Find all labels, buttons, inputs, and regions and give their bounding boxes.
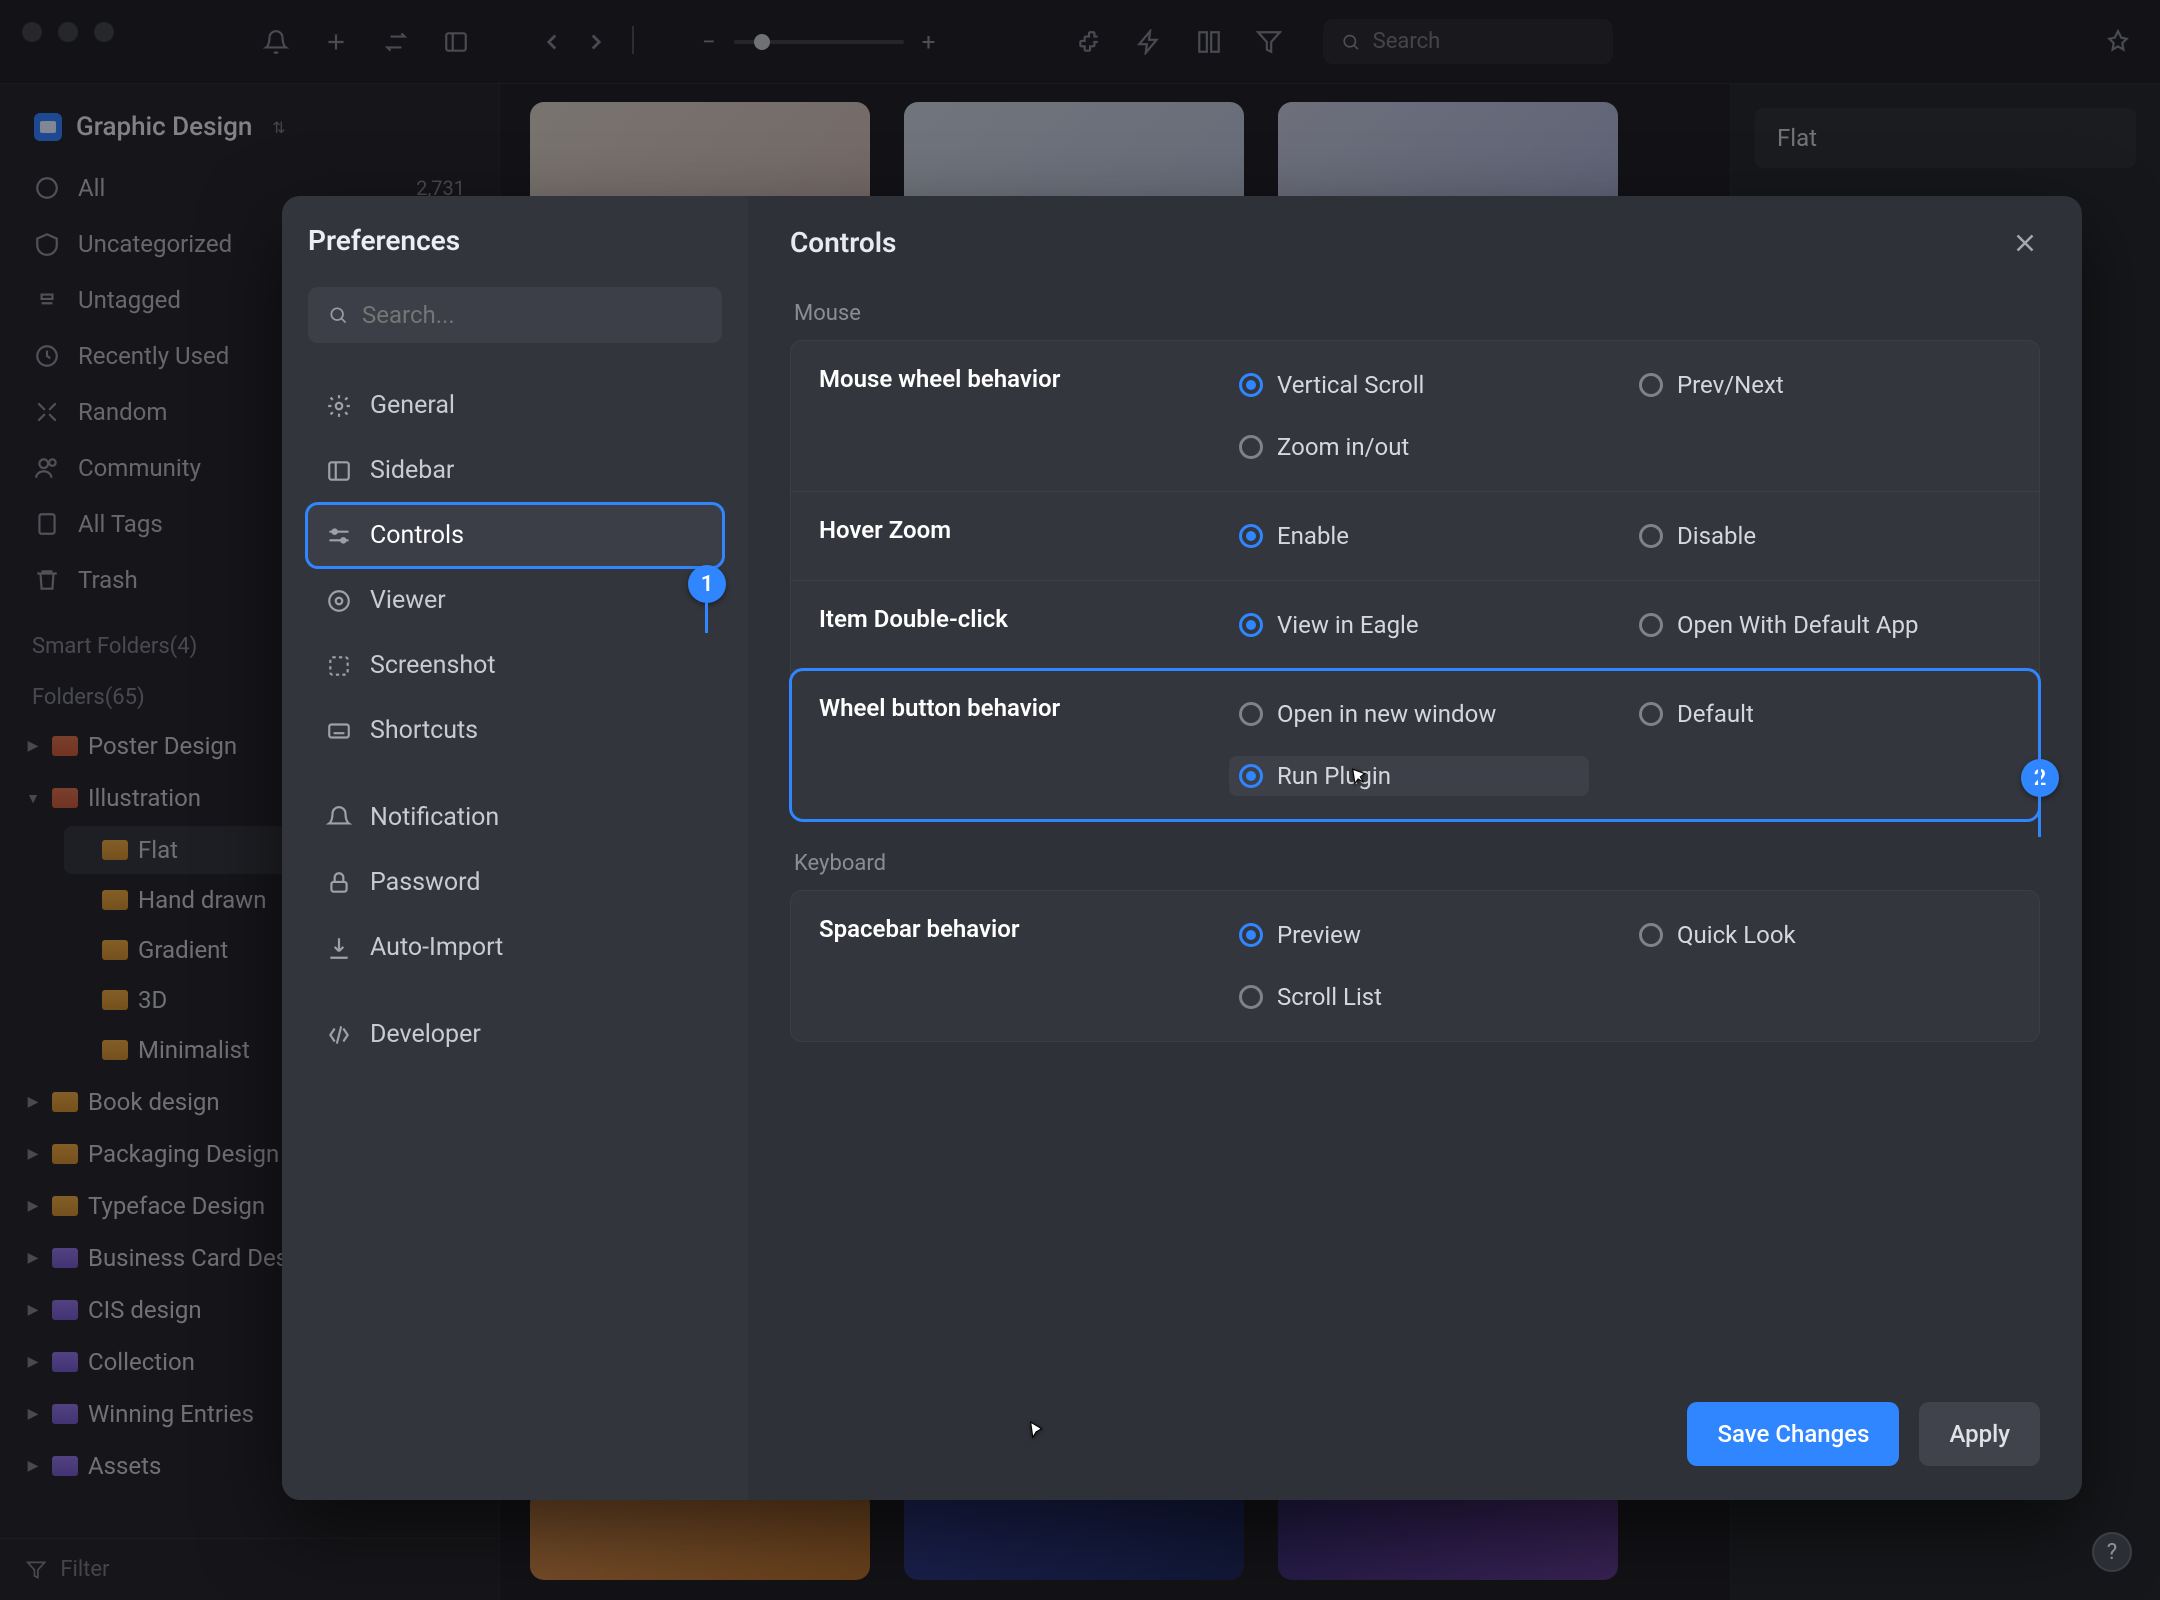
setting-label: Hover Zoom bbox=[819, 516, 1199, 556]
setting-label: Mouse wheel behavior bbox=[819, 365, 1199, 467]
mouse-settings-group: 2 Mouse wheel behaviorVertical ScrollPre… bbox=[790, 340, 2040, 821]
keyboard-settings-group: Spacebar behavior Preview Quick Look Scroll… bbox=[790, 890, 2040, 1042]
pref-tab-controls[interactable]: Controls bbox=[308, 505, 722, 566]
preferences-modal: Preferences 1 GeneralSidebarControlsView… bbox=[282, 196, 2082, 1500]
modal-footer: Save Changes Apply bbox=[790, 1372, 2040, 1500]
option-run-plugin[interactable]: Run Plugin bbox=[1229, 756, 1589, 796]
option-view-in-eagle[interactable]: View in Eagle bbox=[1229, 605, 1589, 645]
pref-tab-viewer[interactable]: Viewer bbox=[308, 570, 722, 631]
radio-icon bbox=[1239, 764, 1263, 788]
option-scroll-list[interactable]: Scroll List bbox=[1229, 977, 1589, 1017]
option-prev-next[interactable]: Prev/Next bbox=[1629, 365, 1989, 405]
group-label-mouse: Mouse bbox=[794, 301, 2040, 326]
radio-icon bbox=[1239, 613, 1263, 637]
radio-icon bbox=[1639, 373, 1663, 397]
setting-spacebar-behavior: Spacebar behavior Preview Quick Look Scroll… bbox=[791, 891, 2039, 1041]
radio-icon bbox=[1639, 923, 1663, 947]
pref-tab-screenshot[interactable]: Screenshot bbox=[308, 635, 722, 696]
pref-icon bbox=[326, 588, 352, 614]
setting-label: Wheel button behavior bbox=[819, 694, 1199, 796]
preferences-search-input[interactable] bbox=[362, 301, 702, 329]
radio-icon bbox=[1639, 702, 1663, 726]
group-label-keyboard: Keyboard bbox=[794, 851, 2040, 876]
option-vertical-scroll[interactable]: Vertical Scroll bbox=[1229, 365, 1589, 405]
save-button[interactable]: Save Changes bbox=[1687, 1402, 1899, 1466]
radio-icon bbox=[1639, 613, 1663, 637]
pref-tab-notification[interactable]: Notification bbox=[308, 787, 722, 848]
radio-icon bbox=[1239, 373, 1263, 397]
option-enable[interactable]: Enable bbox=[1229, 516, 1589, 556]
pref-tab-developer[interactable]: Developer bbox=[308, 1004, 722, 1065]
option-disable[interactable]: Disable bbox=[1629, 516, 1989, 556]
radio-icon bbox=[1239, 524, 1263, 548]
setting-wheel-button-behavior: Wheel button behavior Open in new window D… bbox=[791, 670, 2039, 820]
pref-tab-password[interactable]: Password bbox=[308, 852, 722, 913]
callout-badge-1: 1 bbox=[688, 565, 726, 603]
radio-icon bbox=[1239, 702, 1263, 726]
option-preview[interactable]: Preview bbox=[1229, 915, 1589, 955]
pref-tab-general[interactable]: General bbox=[308, 375, 722, 436]
search-icon bbox=[328, 304, 348, 326]
pref-icon bbox=[326, 935, 352, 961]
option-open-in-new-window[interactable]: Open in new window bbox=[1229, 694, 1589, 734]
close-button[interactable] bbox=[2010, 228, 2040, 258]
pref-icon bbox=[326, 718, 352, 744]
preferences-sidebar: Preferences 1 GeneralSidebarControlsView… bbox=[282, 196, 748, 1500]
radio-icon bbox=[1239, 985, 1263, 1009]
cursor-icon bbox=[1022, 1420, 1048, 1446]
pref-tab-sidebar[interactable]: Sidebar bbox=[308, 440, 722, 501]
preferences-title: Preferences bbox=[308, 224, 722, 257]
setting-label: Spacebar behavior bbox=[819, 915, 1199, 1017]
pref-tab-shortcuts[interactable]: Shortcuts bbox=[308, 700, 722, 761]
radio-icon bbox=[1639, 524, 1663, 548]
radio-icon bbox=[1239, 923, 1263, 947]
pref-icon bbox=[326, 458, 352, 484]
help-button[interactable]: ? bbox=[2092, 1532, 2132, 1572]
callout-stem bbox=[705, 603, 708, 633]
pref-tab-auto-import[interactable]: Auto-Import bbox=[308, 917, 722, 978]
setting-mouse-wheel-behavior: Mouse wheel behavior Vertical Scroll Prev/… bbox=[791, 341, 2039, 492]
pref-icon bbox=[326, 870, 352, 896]
setting-label: Item Double-click bbox=[819, 605, 1199, 645]
apply-button[interactable]: Apply bbox=[1919, 1402, 2040, 1466]
option-zoom-in-out[interactable]: Zoom in/out bbox=[1229, 427, 1589, 467]
radio-icon bbox=[1239, 435, 1263, 459]
panel-title: Controls bbox=[790, 226, 896, 259]
preferences-content: Controls Mouse 2 Mouse wheel behaviorVer… bbox=[748, 196, 2082, 1500]
option-quick-look[interactable]: Quick Look bbox=[1629, 915, 1989, 955]
option-open-with-default-app[interactable]: Open With Default App bbox=[1629, 605, 1989, 645]
pref-icon bbox=[326, 393, 352, 419]
preferences-search[interactable] bbox=[308, 287, 722, 343]
option-default[interactable]: Default bbox=[1629, 694, 1989, 734]
pref-icon bbox=[326, 805, 352, 831]
pref-icon bbox=[326, 653, 352, 679]
setting-item-double-click: Item Double-click View in Eagle Open With … bbox=[791, 581, 2039, 670]
pref-icon bbox=[326, 523, 352, 549]
setting-hover-zoom: Hover Zoom Enable Disable bbox=[791, 492, 2039, 581]
pref-icon bbox=[326, 1022, 352, 1048]
